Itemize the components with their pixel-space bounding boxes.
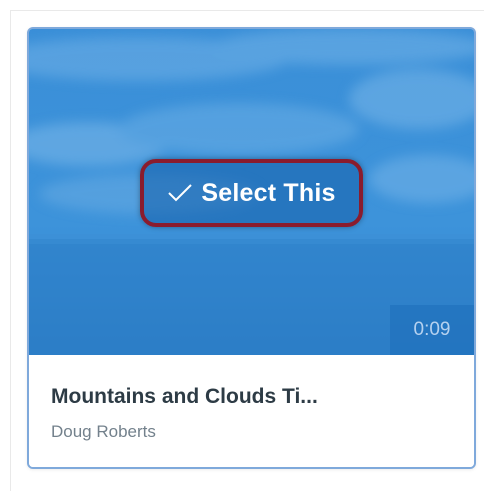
video-card[interactable]: Select This 0:09 Mountains and Clouds Ti… [27, 27, 476, 469]
video-author: Doug Roberts [51, 422, 156, 441]
video-meta: Mountains and Clouds Ti... Doug Roberts [29, 355, 474, 467]
video-thumbnail[interactable]: Select This 0:09 [29, 29, 474, 355]
select-this-button[interactable]: Select This [140, 159, 363, 227]
video-title: Mountains and Clouds Ti... [51, 385, 318, 408]
checkmark-icon [168, 184, 193, 202]
duration-badge: 0:09 [390, 305, 474, 355]
select-this-label: Select This [201, 178, 336, 207]
